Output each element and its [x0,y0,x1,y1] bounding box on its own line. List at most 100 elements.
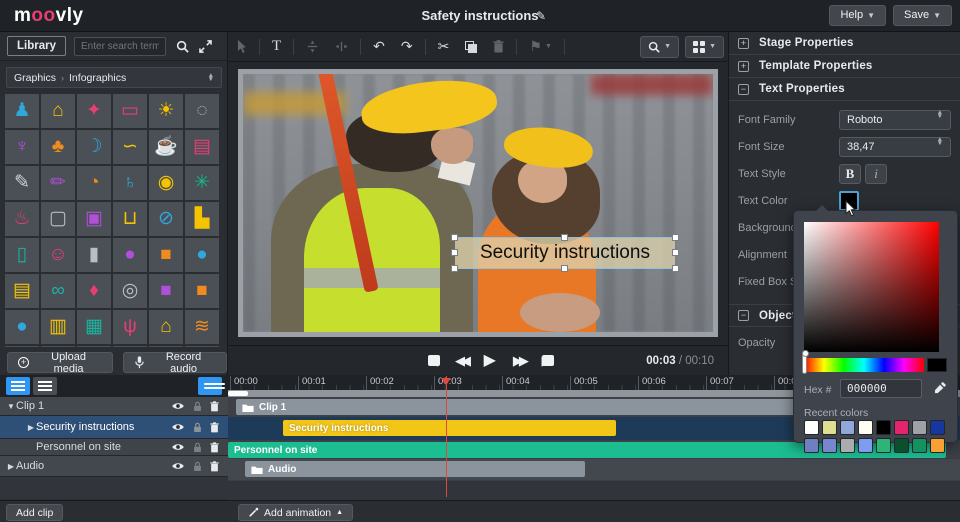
timeline-view-compact-button[interactable] [33,377,57,395]
track-row-personnel-on-site[interactable]: Personnel on site [0,439,228,456]
library-icon-soda-can[interactable]: ▮ [77,238,111,272]
hue-slider-handle[interactable] [802,353,807,374]
library-icon-thought-bubble-square[interactable]: ■ [149,274,183,308]
italic-button[interactable]: i [865,164,887,184]
library-icon-shopping-bag[interactable]: ▣ [77,202,111,236]
security-instructions-bar[interactable]: Security instructions [283,420,616,436]
library-icon-spray-bottle[interactable]: ♦ [77,274,111,308]
bold-button[interactable]: B [839,164,861,184]
recent-color-swatch-1[interactable] [822,420,837,435]
library-icon-tv[interactable]: ▦ [77,310,111,344]
library-icon-blob-yellow[interactable]: ● [113,346,147,347]
resize-handle[interactable] [672,234,679,241]
recent-color-swatch-12[interactable] [876,438,891,453]
resize-handle[interactable] [672,265,679,272]
resize-handle[interactable] [672,249,679,256]
recent-color-swatch-4[interactable] [876,420,891,435]
library-icon-usb[interactable]: ψ [113,310,147,344]
lock-icon[interactable] [193,422,202,433]
recent-color-swatch-14[interactable] [912,438,927,453]
visibility-icon[interactable] [171,422,185,432]
fast-forward-button[interactable]: ▶▶ [513,354,525,367]
playhead-line[interactable] [446,376,447,497]
resize-handle[interactable] [561,265,568,272]
playhead-marker[interactable] [441,378,451,385]
library-icon-blob-teal[interactable]: ● [149,346,183,347]
library-icon-pen[interactable]: ✎ [5,166,39,200]
scrollbar-thumb[interactable] [228,391,248,396]
add-animation-button[interactable]: Add animation▲ [238,504,353,521]
library-icon-smiley[interactable]: ☺ [41,238,75,272]
help-button[interactable]: Help▼ [829,5,886,26]
align-vertical-icon[interactable] [306,40,319,53]
text-overlay-selected[interactable]: Security instructions [455,237,676,269]
add-clip-button[interactable]: Add clip [6,504,63,521]
resize-handle[interactable] [451,265,458,272]
visibility-icon[interactable] [171,461,185,471]
library-icon-truck[interactable]: ▥ [41,310,75,344]
lock-icon[interactable] [193,461,202,472]
visibility-icon[interactable] [171,442,185,452]
library-icon-shop[interactable]: ▤ [185,130,219,164]
flag-dropdown-icon[interactable]: ⚑ ▼ [529,38,552,55]
recent-color-swatch-7[interactable] [930,420,945,435]
library-icon-laptop[interactable]: ▭ [113,94,147,128]
library-icon-plate[interactable]: ◉ [149,166,183,200]
trash-icon[interactable] [210,442,219,453]
library-icon-smartphone[interactable]: ▯ [5,238,39,272]
view-grid-dropdown-button[interactable]: ▼ [685,36,724,58]
video-preview[interactable]: Security instructions [243,74,713,332]
library-icon-key[interactable]: ✦ [77,94,111,128]
expand-caret-icon[interactable]: ▶ [26,423,36,432]
expand-panel-icon[interactable] [199,40,212,53]
skip-start-button[interactable]: ◀ [428,354,438,367]
undo-icon[interactable]: ↶ [373,38,385,55]
tab-library[interactable]: Library [7,36,66,56]
library-icon-blob-empty[interactable] [185,346,219,347]
recent-color-swatch-9[interactable] [822,438,837,453]
library-icon-speech-bubble-square[interactable]: ■ [149,238,183,272]
library-icon-factory[interactable]: ⌂ [41,94,75,128]
recent-color-swatch-6[interactable] [912,420,927,435]
skip-end-button[interactable]: ▶ [542,354,552,367]
resize-handle[interactable] [561,234,568,241]
library-icon-no-entry[interactable]: ⊘ [149,202,183,236]
recent-color-swatch-2[interactable] [840,420,855,435]
trash-icon[interactable] [210,461,219,472]
copy-icon[interactable] [465,41,477,53]
library-icon-houses[interactable]: ⌂ [149,310,183,344]
section-template-properties[interactable]: +Template Properties [729,55,960,78]
select-cursor-tool[interactable] [236,39,247,54]
resize-handle[interactable] [451,234,458,241]
timeline-fit-button[interactable] [198,377,222,395]
library-icon-sunglasses[interactable]: ∞ [41,274,75,308]
track-row-clip1[interactable]: ▼ Clip 1 [0,397,228,416]
zoom-dropdown-button[interactable]: ▼ [640,36,679,58]
recent-color-swatch-13[interactable] [894,438,909,453]
library-icon-rounded-square[interactable]: ▢ [41,202,75,236]
recent-color-swatch-0[interactable] [804,420,819,435]
library-icon-speech-bubble-round[interactable]: ● [185,238,219,272]
font-family-select[interactable]: Roboto ▲▼ [839,110,951,130]
recent-color-swatch-10[interactable] [840,438,855,453]
library-icon-pie-chart[interactable]: ◔ [77,166,111,200]
text-tool[interactable]: T [272,38,281,55]
trash-icon[interactable] [210,422,219,433]
library-icon-moon[interactable]: ☽ [77,130,111,164]
record-audio-button[interactable]: Record audio [123,352,227,373]
section-text-properties[interactable]: −Text Properties [729,78,960,101]
recent-color-swatch-5[interactable] [894,420,909,435]
delete-icon[interactable] [493,40,504,53]
recent-color-swatch-11[interactable] [858,438,873,453]
visibility-icon[interactable] [171,401,185,411]
play-button[interactable]: ▶ [484,353,496,369]
search-icon[interactable] [176,40,189,53]
library-icon-blob-purple[interactable]: ● [41,346,75,347]
save-button[interactable]: Save▼ [893,5,952,26]
font-size-select[interactable]: 38,47 ▲▼ [839,137,951,157]
category-select[interactable]: Graphics › Infographics ▲▼ [6,67,222,88]
section-stage-properties[interactable]: +Stage Properties [729,32,960,55]
hex-input[interactable] [840,379,922,398]
align-horizontal-icon[interactable] [335,40,348,53]
library-icon-speech-bubble[interactable]: ● [113,238,147,272]
